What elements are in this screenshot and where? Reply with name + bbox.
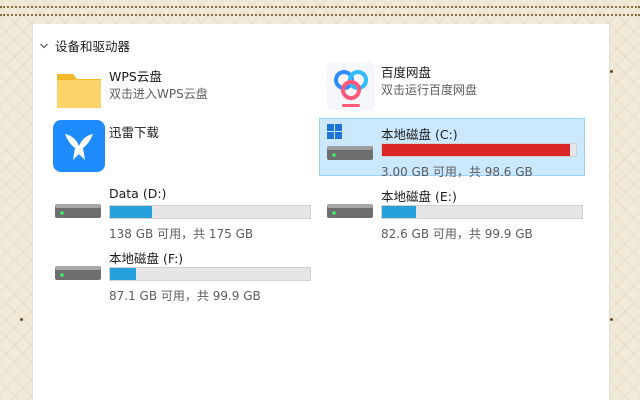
drive-usage-text: 82.6 GB 可用，共 99.9 GB	[381, 227, 533, 241]
drive-e[interactable]: 本地磁盘 (E:) 82.6 GB 可用，共 99.9 GB	[325, 184, 585, 241]
drive-name: 本地磁盘 (C:)	[381, 127, 458, 142]
drive-usage-bar	[109, 205, 311, 219]
drive-c[interactable]: 本地磁盘 (C:) 3.00 GB 可用，共 98.6 GB	[325, 122, 585, 179]
drive-usage-bar	[109, 267, 311, 281]
hard-drive-icon	[55, 266, 101, 280]
hard-drive-icon	[327, 204, 373, 218]
explorer-pane: 设备和驱动器 WPS云盘 双击进入WPS云盘 百度网盘 双击运行百度网盘 迅雷下…	[32, 24, 610, 400]
tile-xunlei[interactable]: 迅雷下载	[53, 120, 293, 172]
xunlei-bird-icon	[53, 120, 105, 172]
section-title: 设备和驱动器	[55, 39, 131, 54]
app-description: 双击运行百度网盘	[381, 83, 478, 97]
frame-dot	[610, 70, 613, 73]
folder-icon	[57, 74, 101, 108]
frame-dot	[610, 318, 613, 321]
drive-usage-fill	[110, 206, 152, 218]
drive-name: 本地磁盘 (F:)	[109, 251, 184, 266]
frame-dot	[20, 318, 23, 321]
frame-top-border	[0, 6, 640, 8]
drive-usage-fill	[382, 206, 416, 218]
drive-usage-text: 3.00 GB 可用，共 98.6 GB	[381, 165, 533, 179]
drive-usage-fill	[110, 268, 136, 280]
hard-drive-icon	[55, 204, 101, 218]
drive-usage-text: 138 GB 可用，共 175 GB	[109, 227, 254, 241]
windows-drive-icon	[327, 124, 373, 160]
tile-baidu-netdisk[interactable]: 百度网盘 双击运行百度网盘	[325, 60, 585, 112]
drive-name: Data (D:)	[109, 186, 167, 201]
baidu-netdisk-icon	[327, 62, 375, 110]
app-name: 百度网盘	[381, 65, 432, 80]
tile-wps-cloud[interactable]: WPS云盘 双击进入WPS云盘	[53, 64, 293, 116]
app-description: 双击进入WPS云盘	[109, 87, 208, 101]
app-name: WPS云盘	[109, 69, 162, 84]
drive-usage-fill	[382, 144, 571, 156]
drive-usage-bar	[381, 143, 577, 157]
app-name: 迅雷下载	[109, 125, 160, 140]
drive-name: 本地磁盘 (E:)	[381, 189, 457, 204]
drive-usage-bar	[381, 205, 583, 219]
drive-usage-text: 87.1 GB 可用，共 99.9 GB	[109, 289, 261, 303]
chevron-down-icon[interactable]	[39, 41, 49, 51]
devices-section-header[interactable]: 设备和驱动器	[39, 36, 130, 55]
drive-d[interactable]: Data (D:) 138 GB 可用，共 175 GB	[53, 184, 313, 241]
drive-f[interactable]: 本地磁盘 (F:) 87.1 GB 可用，共 99.9 GB	[53, 246, 313, 303]
frame-inner-border	[0, 14, 640, 16]
